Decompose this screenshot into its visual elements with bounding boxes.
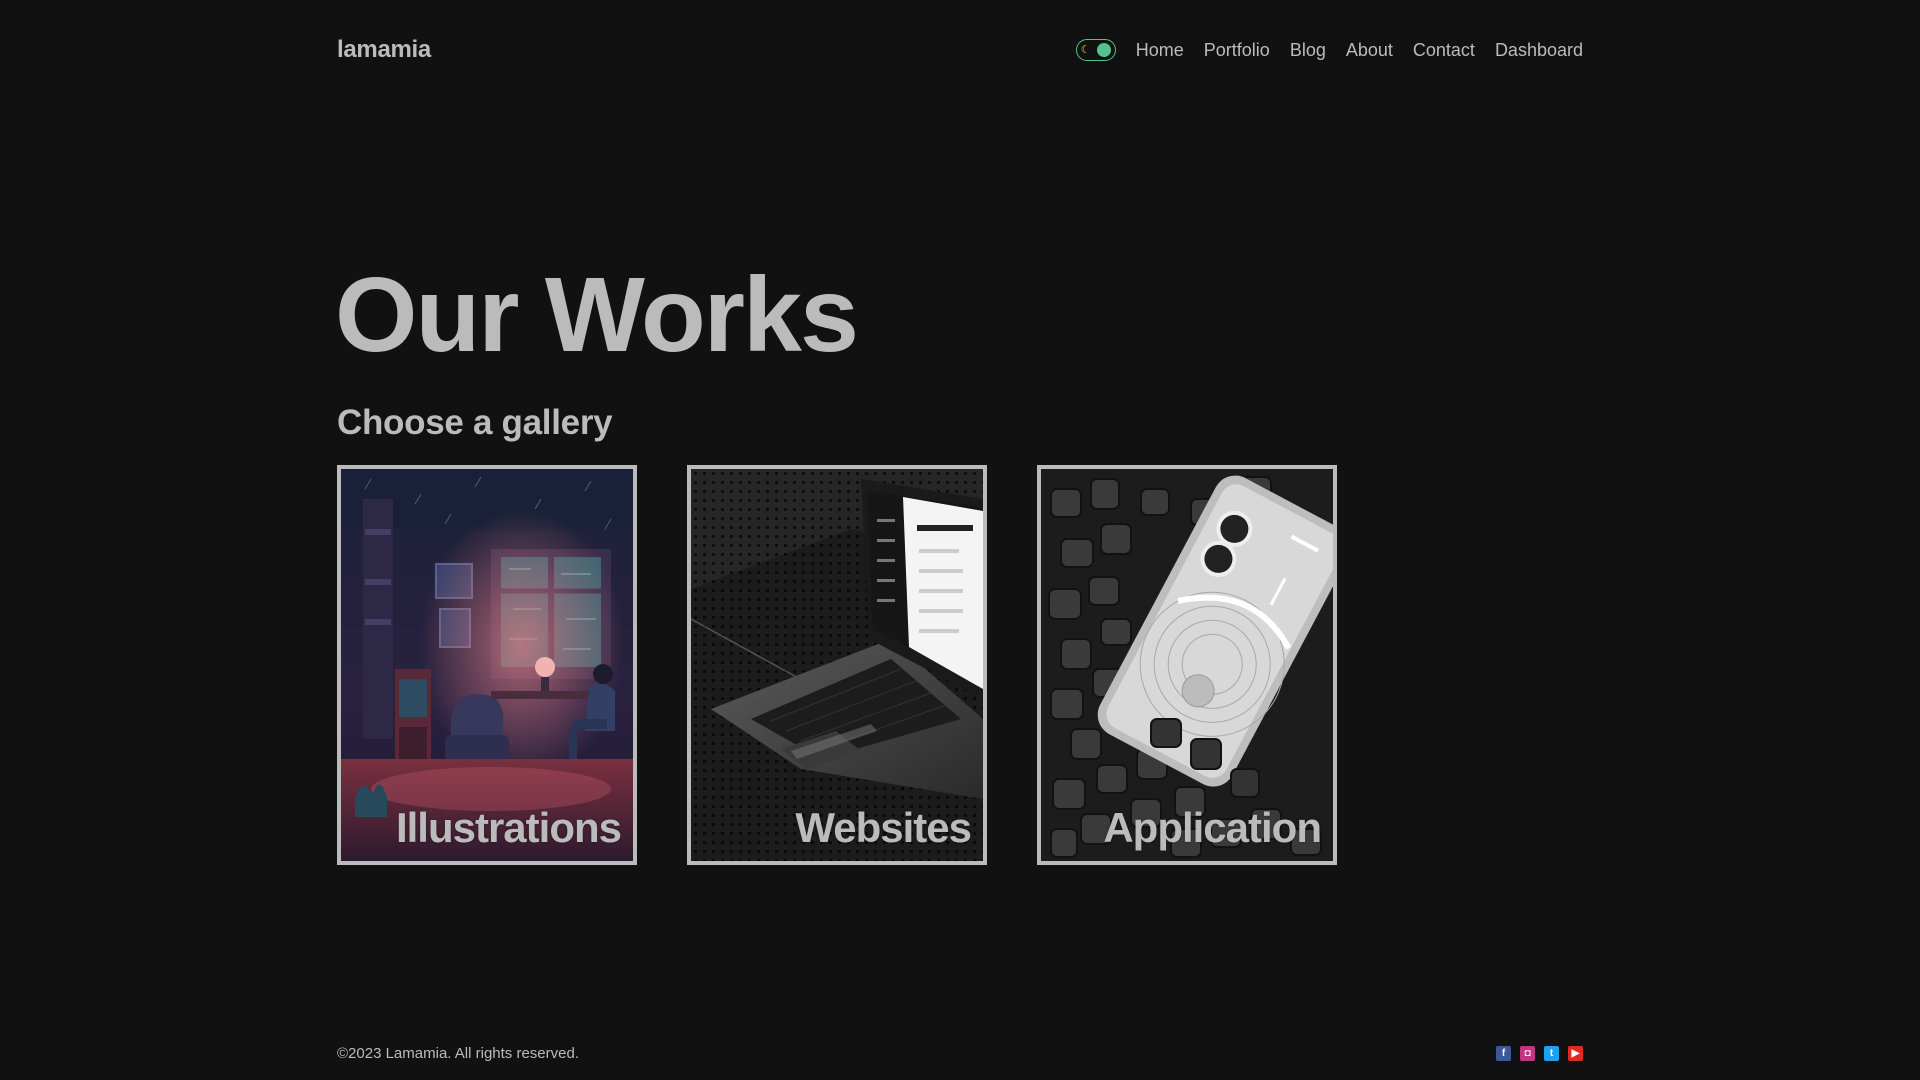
- page-subtitle: Choose a gallery: [337, 403, 613, 442]
- moon-icon: ☾: [1080, 43, 1091, 56]
- page: lamamia ☾ Home Portfolio Blog About Cont…: [0, 0, 1920, 1080]
- gallery-card-websites[interactable]: Websites: [687, 465, 987, 865]
- application-image: [1041, 469, 1333, 861]
- gallery-card-label: Websites: [795, 804, 972, 851]
- theme-toggle[interactable]: ☾: [1075, 39, 1116, 61]
- illustrations-image: [341, 469, 633, 861]
- nav-contact[interactable]: Contact: [1413, 40, 1475, 61]
- nav-home[interactable]: Home: [1136, 40, 1184, 61]
- toggle-knob: [1096, 43, 1111, 57]
- logo-link[interactable]: lamamia: [337, 36, 431, 64]
- copyright-text: ©2023 Lamamia. All rights reserved.: [337, 1045, 579, 1062]
- nav-links: ☾ Home Portfolio Blog About Contact Dash…: [1075, 39, 1583, 61]
- nav-about[interactable]: About: [1346, 40, 1393, 61]
- gallery-card-label: Application: [1103, 804, 1322, 851]
- gallery-card-application[interactable]: Application: [1037, 465, 1337, 865]
- footer: ©2023 Lamamia. All rights reserved. f ◘ …: [337, 1045, 1583, 1062]
- nav-portfolio[interactable]: Portfolio: [1204, 40, 1270, 61]
- gallery-card-label: Illustrations: [395, 804, 622, 851]
- social-links: f ◘ t ▶: [1496, 1046, 1583, 1061]
- instagram-icon[interactable]: ◘: [1520, 1046, 1535, 1061]
- navbar: lamamia ☾ Home Portfolio Blog About Cont…: [337, 30, 1583, 70]
- facebook-icon[interactable]: f: [1496, 1046, 1511, 1061]
- page-title: Our Works: [335, 256, 859, 374]
- gallery-card-illustrations[interactable]: Illustrations: [337, 465, 637, 865]
- websites-image: [691, 469, 983, 861]
- twitter-icon[interactable]: t: [1544, 1046, 1559, 1061]
- nav-dashboard[interactable]: Dashboard: [1495, 40, 1583, 61]
- youtube-icon[interactable]: ▶: [1568, 1046, 1583, 1061]
- nav-blog[interactable]: Blog: [1290, 40, 1326, 61]
